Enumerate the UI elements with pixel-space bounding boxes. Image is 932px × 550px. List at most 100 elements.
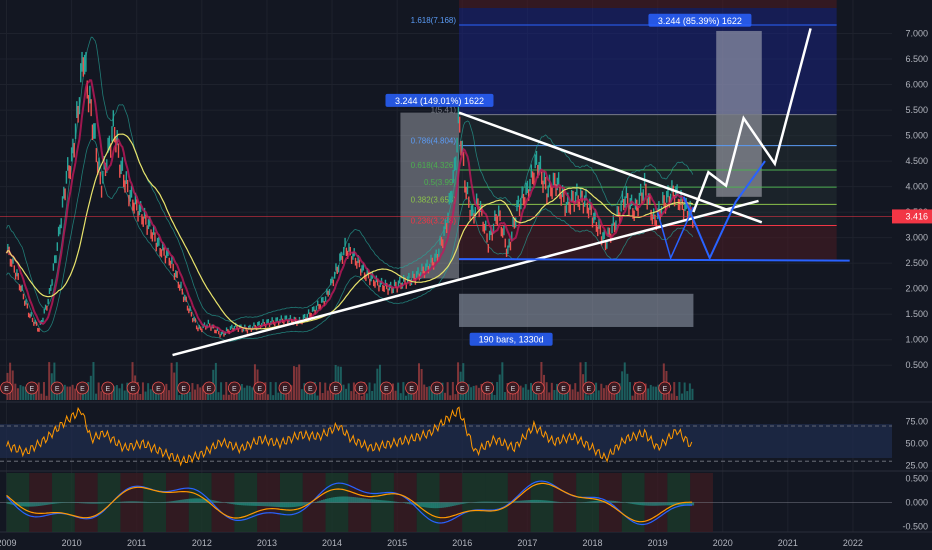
macd-histogram-bar <box>490 501 493 503</box>
volume-bar <box>371 390 374 400</box>
macd-histogram-bar <box>279 502 282 508</box>
volume-bar <box>194 389 197 400</box>
fib-level-label: 0.618(4.326) <box>411 161 457 170</box>
macd-histogram-bar <box>31 502 34 507</box>
macd-histogram-bar <box>496 501 499 503</box>
macd-histogram-bar <box>449 502 452 507</box>
macd-histogram-bar <box>504 501 507 503</box>
macd-histogram-bar <box>465 502 468 504</box>
volume-bar <box>100 391 103 400</box>
price-chart[interactable]: 1(5.41) 0.786(4.804) 0.618(4.326) 0.5(3.99)… <box>0 0 932 550</box>
macd-histogram-bar <box>647 502 650 506</box>
volume-bar <box>399 393 402 400</box>
volume-bar <box>576 391 579 400</box>
macd-histogram-bar <box>45 502 48 505</box>
earnings-marker-label: E <box>587 386 592 393</box>
volume-bar <box>394 390 397 400</box>
volume-bar <box>621 371 624 400</box>
macd-histogram-bar <box>551 501 554 503</box>
volume-bar <box>311 393 314 400</box>
macd-histogram-bar <box>658 502 661 506</box>
macd-histogram-bar <box>660 502 663 506</box>
macd-histogram-bar <box>627 502 630 504</box>
macd-histogram-bar <box>389 501 392 503</box>
price-tick-label: 7.000 <box>905 29 928 39</box>
macd-histogram-bar <box>276 502 279 507</box>
macd-histogram-bar <box>197 498 200 503</box>
macd-histogram-bar <box>172 500 175 503</box>
macd-histogram-bar <box>274 502 277 507</box>
volume-bar <box>326 390 329 400</box>
volume-bar <box>147 383 150 400</box>
volume-bar <box>457 362 460 400</box>
macd-histogram-bar <box>117 501 120 503</box>
macd-histogram-bar <box>254 502 257 506</box>
macd-histogram-bar <box>192 498 195 503</box>
macd-histogram-bar <box>55 502 58 504</box>
volume-bar <box>410 393 413 400</box>
macd-tick-label: -0.500 <box>902 521 928 531</box>
volume-bar <box>595 382 598 400</box>
macd-histogram-bar <box>629 502 632 504</box>
earnings-marker-label: E <box>29 386 34 393</box>
volume-bar <box>324 382 327 400</box>
macd-histogram-bar <box>375 499 378 503</box>
volume-bar <box>196 384 199 400</box>
macd-histogram-bar <box>100 502 103 504</box>
macd-histogram-bar <box>590 501 593 503</box>
volume-bar <box>628 382 631 400</box>
macd-histogram-bar <box>498 501 501 503</box>
volume-bar <box>553 390 556 400</box>
macd-histogram-bar <box>442 502 445 508</box>
macd-histogram-bar <box>514 501 517 503</box>
macd-histogram-bar <box>201 498 204 503</box>
volume-bar <box>170 362 173 400</box>
volume-bar <box>45 395 48 400</box>
price-tick-label: 6.500 <box>905 54 928 64</box>
macd-histogram-bar <box>250 502 253 506</box>
volume-bar <box>14 383 17 400</box>
macd-histogram-bar <box>516 500 519 503</box>
volume-bar <box>225 382 228 400</box>
time-tick-label: 2015 <box>387 538 407 548</box>
macd-histogram-bar <box>518 500 521 503</box>
macd-histogram-bar <box>135 501 138 503</box>
volume-bar <box>222 394 225 400</box>
annotation-label: 190 bars, 1330d <box>479 335 544 345</box>
macd-histogram-bar <box>317 501 320 503</box>
volume-bar <box>579 362 582 400</box>
macd-histogram-bar <box>287 502 290 508</box>
volume-bar <box>97 382 100 400</box>
macd-histogram-bar <box>88 502 91 504</box>
volume-bar <box>501 362 504 400</box>
macd-histogram-bar <box>451 502 454 507</box>
macd-histogram-bar <box>190 498 193 503</box>
macd-histogram-bar <box>29 502 32 507</box>
volume-bar <box>48 362 51 400</box>
macd-histogram-bar <box>178 500 181 503</box>
time-tick-label: 2021 <box>778 538 798 548</box>
earnings-marker-label: E <box>435 386 440 393</box>
macd-histogram-bar <box>322 499 325 503</box>
macd-histogram-bar <box>524 500 527 503</box>
fib-level-label: 0.786(4.804) <box>411 137 457 146</box>
volume-bar <box>321 393 324 400</box>
macd-histogram-bar <box>651 502 654 506</box>
macd-histogram-bar <box>334 496 337 503</box>
volume-bar <box>22 386 25 400</box>
macd-histogram-bar <box>266 502 269 507</box>
volume-bar <box>19 385 22 400</box>
macd-histogram-bar <box>379 500 382 503</box>
volume-bar <box>355 393 358 400</box>
volume-bar <box>571 389 574 400</box>
macd-histogram-bar <box>233 502 236 505</box>
macd-histogram-bar <box>78 502 81 504</box>
volume-bar <box>347 383 350 400</box>
price-axis[interactable]: 7.0006.5006.0005.5005.0004.5004.0003.500… <box>892 0 932 400</box>
volume-bar <box>498 374 501 400</box>
macd-histogram-bar <box>147 501 150 503</box>
macd-histogram-bar <box>377 499 380 503</box>
macd-histogram-bar <box>278 502 281 508</box>
volume-bar <box>378 364 381 400</box>
volume-bar <box>470 387 473 400</box>
